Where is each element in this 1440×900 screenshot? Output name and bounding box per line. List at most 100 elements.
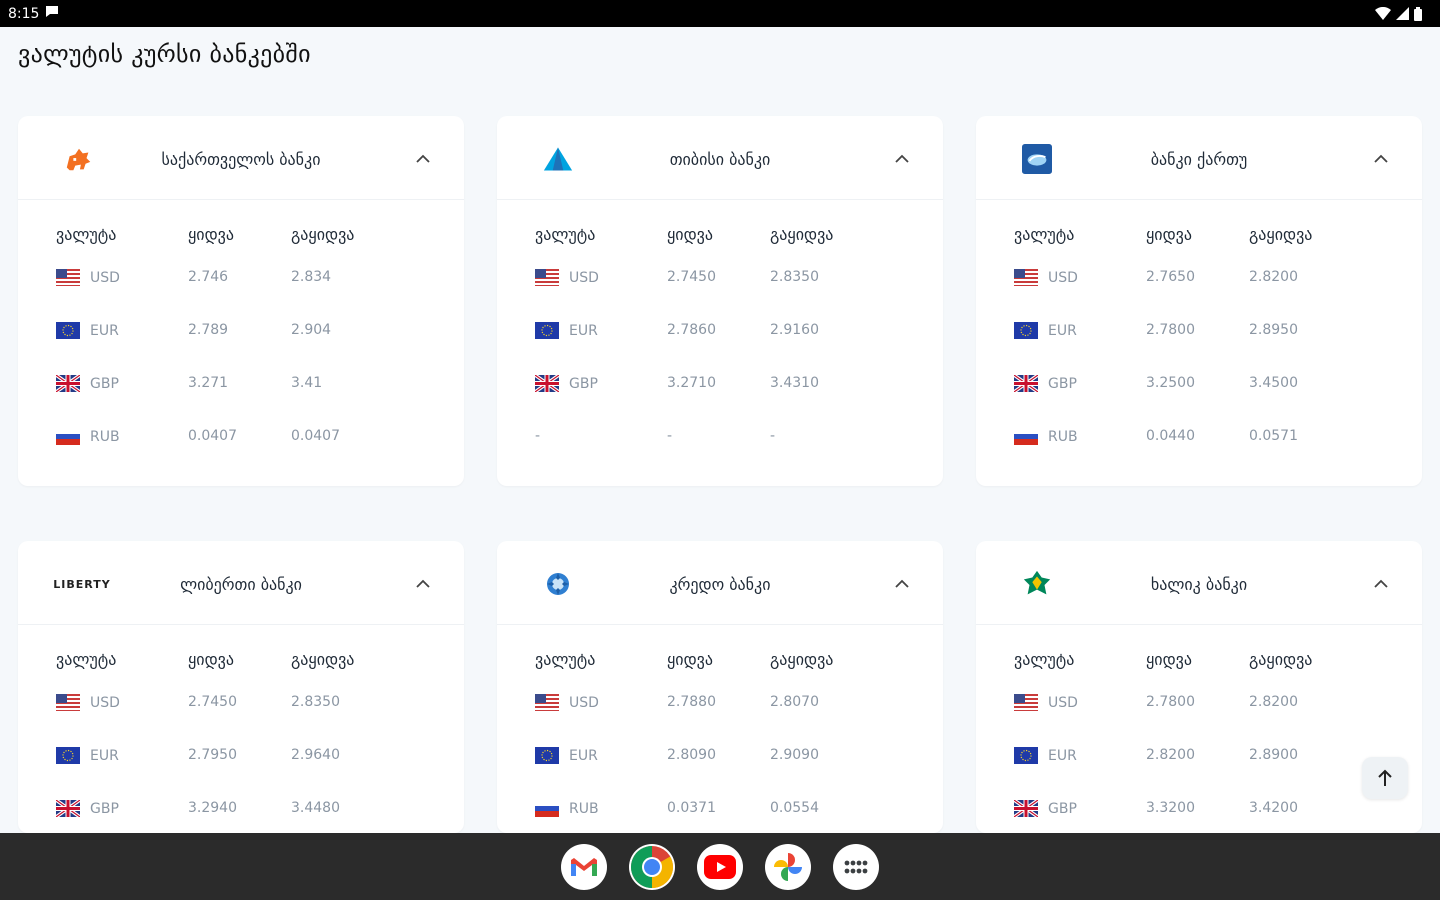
rate-buy: 2.7950 [188, 747, 237, 763]
rate-sell: 2.8350 [770, 269, 819, 285]
flag-gb-icon [56, 375, 80, 392]
chevron-up-icon[interactable] [414, 150, 432, 168]
bank-card: ხალიკ ბანკი ვალუტა ყიდვა გაყიდვა USD 2.7800 2.… [976, 541, 1422, 833]
column-header-sell: გაყიდვა [770, 649, 834, 669]
rate-buy: 3.2500 [1146, 375, 1195, 391]
bank-name: საქართველოს ბანკი [161, 150, 321, 169]
rate-buy: 2.8200 [1146, 747, 1195, 763]
currency-code: EUR [90, 322, 119, 339]
currency-code: RUB [569, 800, 599, 817]
flag-ru-icon [535, 800, 559, 817]
rate-currency: RUB [56, 428, 188, 445]
flag-us-icon [1014, 694, 1038, 711]
rate-buy: 2.7860 [667, 322, 716, 338]
rate-buy: 2.7450 [667, 269, 716, 285]
rate-currency: USD [1014, 694, 1146, 711]
rate-buy: 3.2710 [667, 375, 716, 391]
youtube-icon[interactable] [697, 843, 743, 890]
rate-buy: 3.271 [188, 375, 229, 391]
column-header-sell: გაყიდვა [291, 649, 355, 669]
flag-us-icon [535, 269, 559, 286]
chevron-up-icon[interactable] [414, 575, 432, 593]
flag-us-icon [56, 269, 80, 286]
signal-icon [1396, 7, 1409, 20]
app-drawer-icon[interactable] [833, 843, 879, 890]
column-header-buy: ყიდვა [667, 649, 713, 669]
rate-sell: 2.8350 [291, 694, 340, 710]
bank-card: თიბისი ბანკი ვალუტა ყიდვა გაყიდვა USD 2.7450 2… [497, 116, 943, 486]
currency-code: EUR [90, 747, 119, 764]
page-title: ვალუტის კურსი ბანკებში [18, 40, 311, 68]
chrome-icon[interactable] [629, 843, 675, 890]
flag-gb-icon [535, 375, 559, 392]
currency-code: GBP [90, 375, 119, 392]
rate-sell: 2.8200 [1249, 694, 1298, 710]
chevron-up-icon[interactable] [893, 575, 911, 593]
flag-us-icon [56, 694, 80, 711]
flag-eu-icon [535, 747, 559, 764]
rate-row: GBP 3.2940 3.4480 [56, 797, 464, 833]
bank-name: ლიბერთი ბანკი [180, 575, 302, 594]
rate-buy: 0.0440 [1146, 428, 1195, 444]
rate-row: USD 2.7450 2.8350 [535, 266, 943, 319]
currency-code: EUR [1048, 747, 1077, 764]
chevron-up-icon[interactable] [893, 150, 911, 168]
chevron-up-icon[interactable] [1372, 150, 1390, 168]
bank-card-header[interactable]: LIBERTY ლიბერთი ბანკი [18, 541, 464, 625]
column-header-sell: გაყიდვა [291, 224, 355, 244]
column-header-currency: ვალუტა [535, 649, 596, 669]
arrow-up-icon [1378, 769, 1392, 786]
currency-code: USD [569, 269, 599, 286]
rate-buy: 2.8090 [667, 747, 716, 763]
rate-buy: 0.0407 [188, 428, 237, 444]
message-notification-icon [45, 5, 59, 22]
scroll-to-top-button[interactable] [1362, 757, 1408, 799]
bank-card-header[interactable]: თიბისი ბანკი [497, 116, 943, 200]
currency-code: USD [1048, 694, 1078, 711]
currency-code: RUB [90, 428, 120, 445]
currency-code: EUR [569, 747, 598, 764]
rate-sell: 3.4500 [1249, 375, 1298, 391]
rate-currency: EUR [535, 322, 667, 339]
bank-card-header[interactable]: ხალიკ ბანკი [976, 541, 1422, 625]
rate-buy: 3.3200 [1146, 800, 1195, 816]
rate-row: GBP 3.3200 3.4200 [1014, 797, 1422, 833]
rate-row: --- [535, 425, 943, 478]
rate-row: GBP 3.271 3.41 [56, 372, 464, 425]
flag-gb-icon [1014, 375, 1038, 392]
rate-row: EUR 2.8200 2.8900 [1014, 744, 1422, 797]
rates-header-row: ვალუტა ყიდვა გაყიდვა [1014, 200, 1422, 266]
bank-card: კრედო ბანკი ვალუტა ყიდვა გაყიდვა USD 2.7880 2.… [497, 541, 943, 833]
column-header-currency: ვალუტა [1014, 649, 1075, 669]
currency-code: - [535, 428, 541, 444]
rates-table: ვალუტა ყიდვა გაყიდვა USD 2.7800 2.8200 EUR 2.82… [976, 625, 1422, 833]
rate-buy: 0.0371 [667, 800, 716, 816]
rate-row: USD 2.7450 2.8350 [56, 691, 464, 744]
rate-currency: EUR [56, 322, 188, 339]
bank-card-header[interactable]: კრედო ბანკი [497, 541, 943, 625]
rate-row: EUR 2.7860 2.9160 [535, 319, 943, 372]
currency-code: GBP [1048, 375, 1077, 392]
rates-header-row: ვალუტა ყიდვა გაყიდვა [535, 625, 943, 691]
bank-card-header[interactable]: საქართველოს ბანკი [18, 116, 464, 200]
bank-card-header[interactable]: ბანკი ქართუ [976, 116, 1422, 200]
rate-sell: 2.8950 [1249, 322, 1298, 338]
rates-header-row: ვალუტა ყიდვა გაყიდვა [535, 200, 943, 266]
rate-sell: 2.9160 [770, 322, 819, 338]
chevron-up-icon[interactable] [1372, 575, 1390, 593]
rate-sell: 3.41 [291, 375, 323, 391]
bank-name: თიბისი ბანკი [669, 150, 771, 169]
status-bar: 8:15 [0, 0, 1440, 27]
rate-sell: 2.8200 [1249, 269, 1298, 285]
rate-currency: GBP [56, 375, 188, 392]
rate-sell: 2.8900 [1249, 747, 1298, 763]
rate-currency: USD [1014, 269, 1146, 286]
gmail-icon[interactable] [561, 843, 607, 890]
rate-row: RUB 0.0407 0.0407 [56, 425, 464, 478]
photos-icon[interactable] [765, 843, 811, 890]
rate-sell: 0.0554 [770, 800, 819, 816]
currency-code: GBP [569, 375, 598, 392]
rate-row: EUR 2.789 2.904 [56, 319, 464, 372]
rate-row: USD 2.7650 2.8200 [1014, 266, 1422, 319]
rate-sell: 2.9640 [291, 747, 340, 763]
